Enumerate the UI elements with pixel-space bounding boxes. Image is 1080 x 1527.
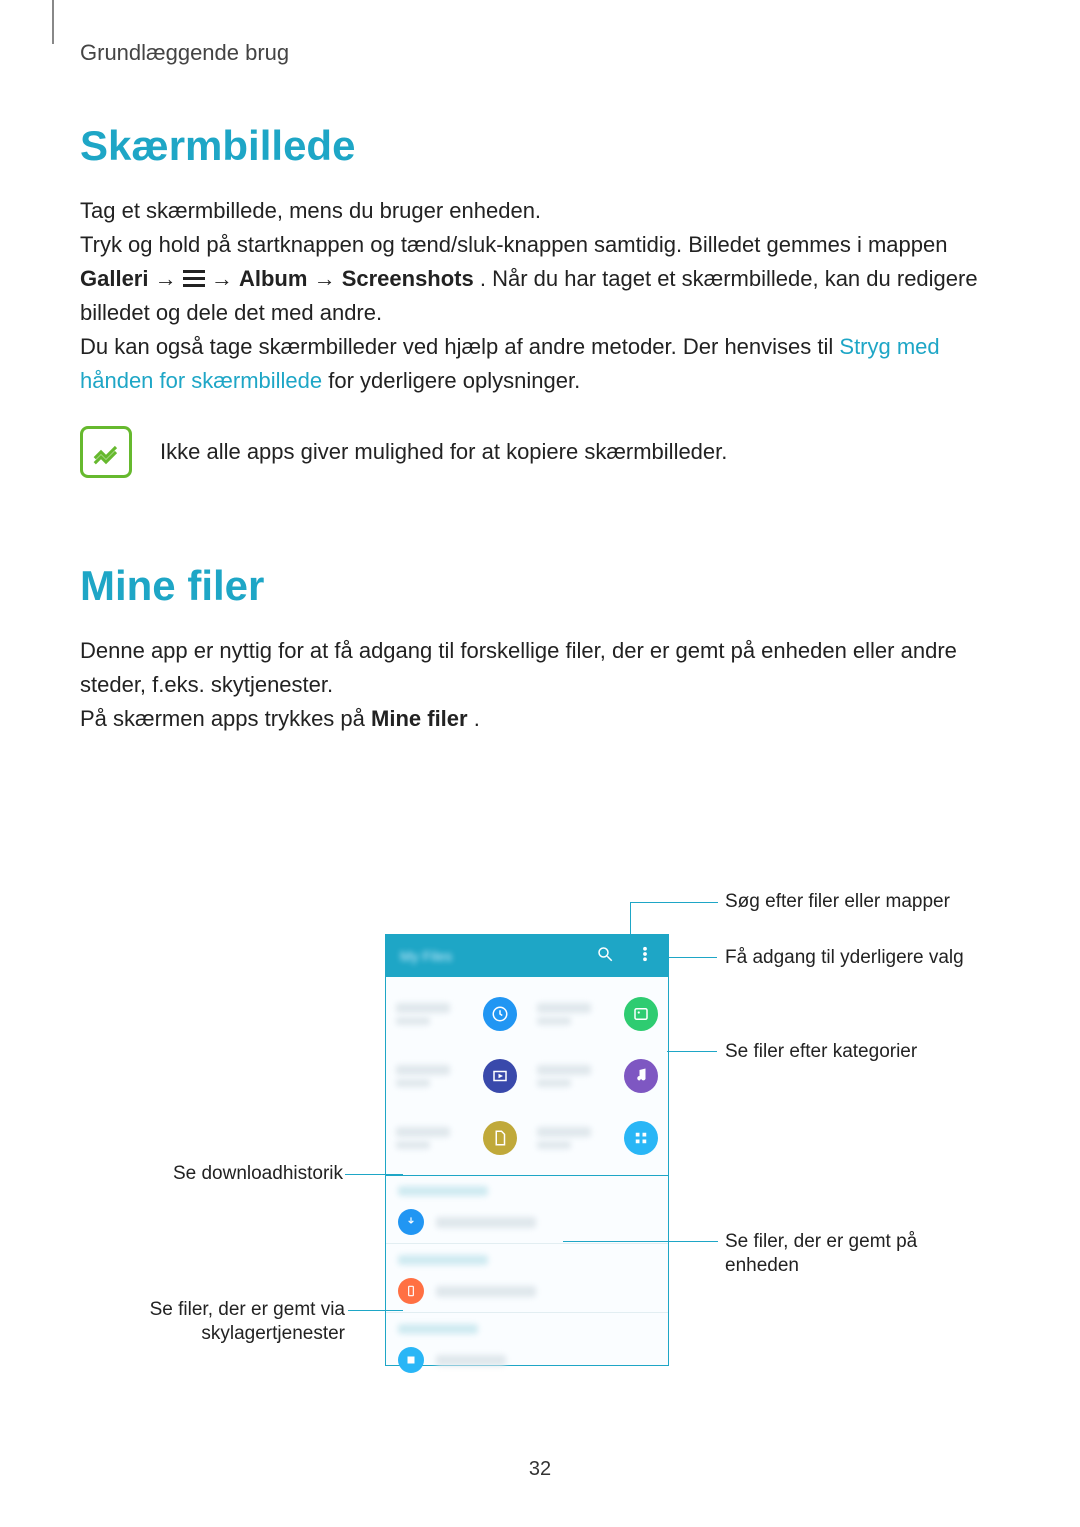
row-label-blur — [436, 1286, 536, 1297]
text: for yderligere oplysninger. — [328, 368, 580, 393]
bold-album: Album — [239, 266, 307, 291]
text: På skærmen apps trykkes på — [80, 706, 371, 731]
phone-storage-icon — [398, 1278, 424, 1304]
note-row: Ikke alle apps giver mulighed for at kop… — [80, 426, 980, 478]
section-label-download — [386, 1175, 668, 1201]
bold-galleri: Galleri — [80, 266, 148, 291]
leader-line — [657, 957, 717, 958]
section-label-cloud — [386, 1313, 668, 1339]
download-icon — [398, 1209, 424, 1235]
category-recent[interactable] — [386, 983, 527, 1045]
breadcrumb: Grundlæggende brug — [80, 40, 980, 66]
arrow-text: → — [155, 266, 183, 291]
category-audio[interactable] — [527, 1045, 668, 1107]
arrow-text: → — [211, 266, 239, 291]
bold-mine-filer: Mine filer — [371, 706, 468, 731]
page-frame-line — [52, 0, 58, 44]
callout-download-history: Se downloadhistorik — [133, 1162, 343, 1186]
leader-line — [345, 1174, 403, 1175]
paragraph-2: Tryk og hold på startknappen og tænd/slu… — [80, 228, 980, 330]
download-history-row[interactable] — [386, 1201, 668, 1243]
more-icon[interactable] — [636, 945, 654, 968]
category-documents[interactable] — [386, 1107, 527, 1169]
heading-screenshot: Skærmbillede — [80, 122, 980, 170]
heading-my-files: Mine filer — [80, 562, 980, 610]
text: Tryk og hold på startknappen og tænd/slu… — [80, 232, 947, 257]
search-icon[interactable] — [596, 945, 614, 968]
callout-device-storage: Se filer, der er gemt på enheden — [725, 1230, 975, 1278]
text: Du kan også tage skærmbilleder ved hjælp… — [80, 334, 839, 359]
paragraph-myfiles-1: Denne app er nyttig for at få adgang til… — [80, 634, 980, 702]
text: . — [474, 706, 480, 731]
section-label-local — [386, 1244, 668, 1270]
apps-icon — [624, 1121, 658, 1155]
callout-categories: Se filer efter kategorier — [725, 1040, 917, 1064]
document-icon — [483, 1121, 517, 1155]
music-icon — [624, 1059, 658, 1093]
category-videos[interactable] — [386, 1045, 527, 1107]
row-label-blur — [436, 1355, 506, 1366]
page-number: 32 — [0, 1458, 1080, 1481]
cloud-storage-row[interactable] — [386, 1339, 668, 1381]
image-icon — [624, 997, 658, 1031]
note-text: Ikke alle apps giver mulighed for at kop… — [160, 435, 727, 469]
bold-screenshots: Screenshots — [342, 266, 474, 291]
app-title-blur: My Files — [400, 948, 452, 964]
category-downloads-apps[interactable] — [527, 1107, 668, 1169]
leader-line — [630, 902, 631, 952]
app-header: My Files — [386, 935, 668, 977]
leader-line — [630, 902, 718, 903]
hamburger-icon — [183, 270, 205, 288]
clock-icon — [483, 997, 517, 1031]
video-icon — [483, 1059, 517, 1093]
category-images[interactable] — [527, 983, 668, 1045]
text: skylagertjenester — [201, 1323, 345, 1344]
annotated-screenshot: My Files — [105, 890, 975, 1380]
leader-line — [667, 1051, 717, 1052]
arrow-text: → — [314, 266, 342, 291]
leader-line — [348, 1310, 403, 1311]
text: Se filer, der er gemt via — [150, 1299, 345, 1320]
row-label-blur — [436, 1217, 536, 1228]
callout-more: Få adgang til yderligere valg — [725, 946, 964, 970]
paragraph-1: Tag et skærmbillede, mens du bruger enhe… — [80, 194, 980, 228]
phone-mockup: My Files — [385, 934, 669, 1366]
callout-cloud-storage: Se filer, der er gemt via skylagertjenes… — [105, 1298, 345, 1346]
leader-line — [563, 1241, 718, 1242]
category-grid — [385, 976, 669, 1176]
paragraph-3: Du kan også tage skærmbilleder ved hjælp… — [80, 330, 980, 398]
page-content: Grundlæggende brug Skærmbillede Tag et s… — [80, 40, 980, 736]
device-storage-row[interactable] — [386, 1270, 668, 1312]
cloud-icon — [398, 1347, 424, 1373]
paragraph-myfiles-2: På skærmen apps trykkes på Mine filer . — [80, 702, 980, 736]
callout-search: Søg efter filer eller mapper — [725, 890, 950, 914]
note-icon — [80, 426, 132, 478]
